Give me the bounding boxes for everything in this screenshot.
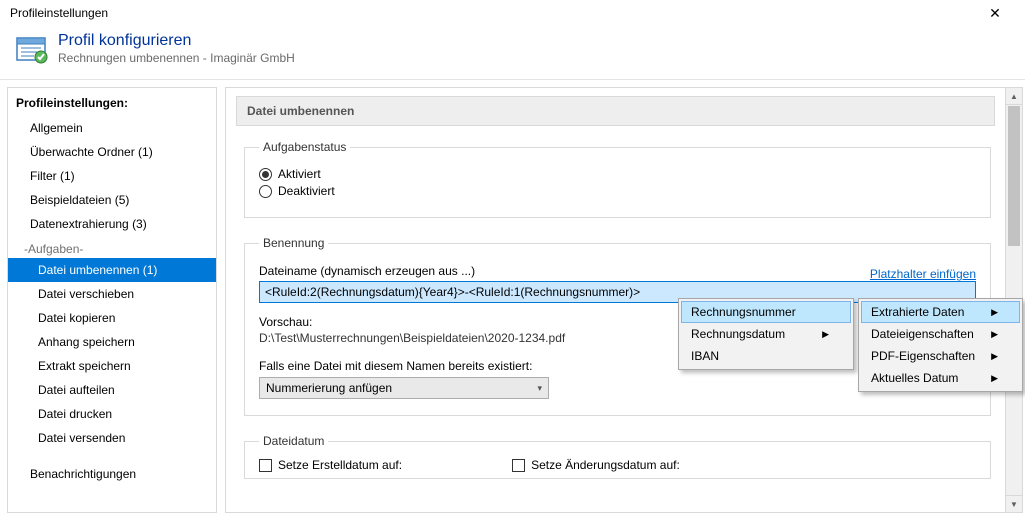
sidebar-task-extrakt[interactable]: Extrakt speichern — [8, 354, 216, 378]
chevron-down-icon: ▾ — [537, 383, 542, 394]
filedate-group: Dateidatum Setze Erstelldatum auf: Setze… — [244, 434, 991, 479]
profile-icon — [16, 32, 48, 64]
placeholder-submenu: Rechnungsnummer Rechnungsdatum ▶ IBAN — [678, 298, 854, 370]
menu-item-label: Dateieigenschaften — [871, 327, 974, 341]
page-subtitle: Rechnungen umbenennen - Imaginär GmbH — [58, 51, 295, 65]
sidebar-task-aufteilen[interactable]: Datei aufteilen — [8, 378, 216, 402]
filedate-group-label: Dateidatum — [259, 434, 328, 448]
chevron-right-icon: ▶ — [991, 351, 998, 362]
sidebar-title: Profileinstellungen: — [8, 88, 216, 116]
exists-combo[interactable]: Nummerierung anfügen ▾ — [259, 377, 549, 399]
menu-item-aktuelles-datum[interactable]: Aktuelles Datum ▶ — [861, 367, 1020, 389]
menu-item-label: PDF-Eigenschaften — [871, 349, 975, 363]
scroll-down-icon[interactable]: ▼ — [1006, 495, 1022, 512]
section-title: Datei umbenennen — [236, 96, 995, 126]
menu-item-iban[interactable]: IBAN — [681, 345, 851, 367]
sidebar-item-filter[interactable]: Filter (1) — [8, 164, 216, 188]
menu-item-label: IBAN — [691, 349, 719, 363]
sidebar-task-umbenennen[interactable]: Datei umbenennen (1) — [8, 258, 216, 282]
status-group: Aufgabenstatus Aktiviert Deaktiviert — [244, 140, 991, 218]
checkbox-icon — [512, 459, 525, 472]
menu-item-pdf-eigenschaften[interactable]: PDF-Eigenschaften ▶ — [861, 345, 1020, 367]
sidebar-item-beispieldateien[interactable]: Beispieldateien (5) — [8, 188, 216, 212]
menu-item-label: Aktuelles Datum — [871, 371, 958, 385]
page-title: Profil konfigurieren — [58, 32, 295, 50]
sidebar-item-ordner[interactable]: Überwachte Ordner (1) — [8, 140, 216, 164]
sidebar-task-drucken[interactable]: Datei drucken — [8, 402, 216, 426]
sidebar-task-verschieben[interactable]: Datei verschieben — [8, 282, 216, 306]
close-icon[interactable]: ✕ — [975, 6, 1015, 20]
chevron-right-icon: ▶ — [991, 307, 998, 318]
menu-item-rechnungsnummer[interactable]: Rechnungsnummer — [681, 301, 851, 323]
menu-item-label: Rechnungsdatum — [691, 327, 785, 341]
menu-item-extrahierte-daten[interactable]: Extrahierte Daten ▶ — [861, 301, 1020, 323]
chevron-right-icon: ▶ — [991, 373, 998, 384]
radio-aktiviert-label: Aktiviert — [278, 167, 321, 181]
scroll-thumb[interactable] — [1008, 106, 1020, 246]
sidebar-task-anhang[interactable]: Anhang speichern — [8, 330, 216, 354]
chevron-right-icon: ▶ — [822, 329, 829, 340]
checkbox-erstelldatum-label: Setze Erstelldatum auf: — [278, 458, 402, 472]
checkbox-aenderungsdatum[interactable]: Setze Änderungsdatum auf: — [512, 458, 680, 472]
sidebar-item-allgemein[interactable]: Allgemein — [8, 116, 216, 140]
radio-icon — [259, 185, 272, 198]
checkbox-erstelldatum[interactable]: Setze Erstelldatum auf: — [259, 458, 402, 472]
sidebar-task-kopieren[interactable]: Datei kopieren — [8, 306, 216, 330]
filename-label: Dateiname (dynamisch erzeugen aus ...) — [259, 264, 475, 278]
radio-deaktiviert[interactable]: Deaktiviert — [259, 184, 976, 198]
sidebar-item-benachrichtigungen[interactable]: Benachrichtigungen — [8, 462, 216, 486]
status-group-label: Aufgabenstatus — [259, 140, 350, 154]
sidebar-task-versenden[interactable]: Datei versenden — [8, 426, 216, 450]
sidebar-group-aufgaben: -Aufgaben- — [8, 236, 216, 258]
chevron-right-icon: ▶ — [991, 329, 998, 340]
radio-deaktiviert-label: Deaktiviert — [278, 184, 335, 198]
checkbox-icon — [259, 459, 272, 472]
sidebar-item-datenextrahierung[interactable]: Datenextrahierung (3) — [8, 212, 216, 236]
menu-item-dateieigenschaften[interactable]: Dateieigenschaften ▶ — [861, 323, 1020, 345]
insert-placeholder-link[interactable]: Platzhalter einfügen — [870, 267, 976, 281]
window-title: Profileinstellungen — [10, 6, 108, 20]
sidebar: Profileinstellungen: Allgemein Überwacht… — [7, 87, 217, 513]
menu-item-label: Extrahierte Daten — [871, 305, 964, 319]
exists-combo-value: Nummerierung anfügen — [266, 381, 392, 395]
placeholder-menu: Extrahierte Daten ▶ Dateieigenschaften ▶… — [858, 298, 1023, 392]
naming-group-label: Benennung — [259, 236, 328, 250]
menu-item-rechnungsdatum[interactable]: Rechnungsdatum ▶ — [681, 323, 851, 345]
scroll-up-icon[interactable]: ▲ — [1006, 88, 1022, 105]
checkbox-aenderungsdatum-label: Setze Änderungsdatum auf: — [531, 458, 680, 472]
radio-aktiviert[interactable]: Aktiviert — [259, 167, 976, 181]
menu-item-label: Rechnungsnummer — [691, 305, 796, 319]
radio-icon — [259, 168, 272, 181]
